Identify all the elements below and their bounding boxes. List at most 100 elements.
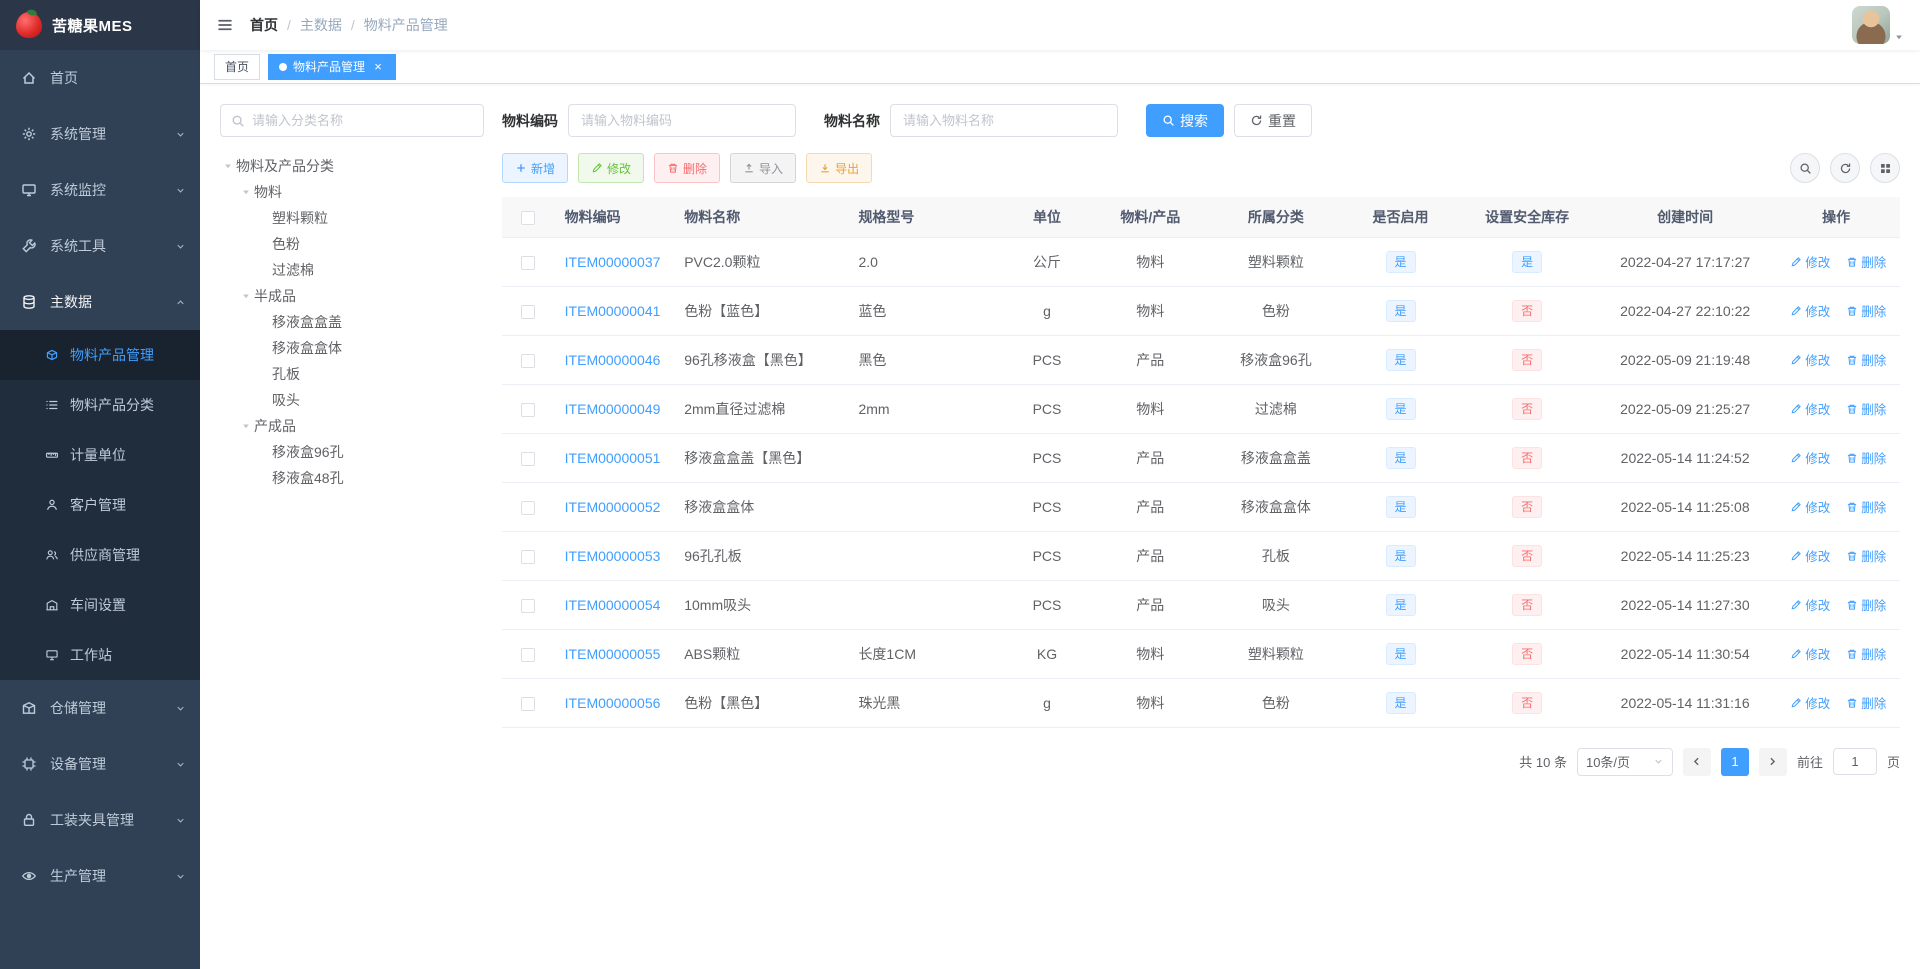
sidebar-item-6[interactable]: 设备管理: [0, 736, 200, 792]
row-delete-button[interactable]: 删除: [1846, 301, 1886, 320]
row-edit-button[interactable]: 修改: [1790, 693, 1830, 712]
search-button[interactable]: 搜索: [1146, 104, 1224, 137]
goto-page-input[interactable]: [1832, 748, 1877, 775]
tree-node[interactable]: 产成品: [220, 413, 484, 439]
item-code-link[interactable]: ITEM00000037: [565, 254, 661, 270]
row-edit-button[interactable]: 修改: [1790, 448, 1830, 467]
tree-node[interactable]: 孔板: [220, 361, 484, 387]
prev-page-button[interactable]: [1682, 747, 1711, 776]
next-page-button[interactable]: [1758, 747, 1787, 776]
item-code-link[interactable]: ITEM00000054: [565, 597, 661, 613]
tree-node[interactable]: 移液盒96孔: [220, 439, 484, 465]
row-edit-button[interactable]: 修改: [1790, 399, 1830, 418]
item-code-link[interactable]: ITEM00000056: [565, 695, 661, 711]
row-delete-button[interactable]: 删除: [1846, 448, 1886, 467]
close-icon[interactable]: ×: [371, 60, 385, 74]
material-name-input[interactable]: [890, 104, 1118, 137]
sidebar-item-0[interactable]: 首页: [0, 50, 200, 106]
font-size-button[interactable]: TT: [1826, 21, 1834, 29]
row-delete-button[interactable]: 删除: [1846, 595, 1886, 614]
help-button[interactable]: ?: [1778, 21, 1786, 29]
breadcrumb-item[interactable]: 主数据: [300, 15, 342, 35]
tree-node[interactable]: 色粉: [220, 231, 484, 257]
add-button[interactable]: 新增: [502, 153, 569, 183]
row-checkbox[interactable]: [521, 255, 536, 270]
item-code-link[interactable]: ITEM00000055: [565, 646, 661, 662]
tab-0[interactable]: 首页: [214, 53, 261, 80]
sidebar-item-2[interactable]: 系统监控: [0, 162, 200, 218]
row-delete-button[interactable]: 删除: [1846, 644, 1886, 663]
row-checkbox[interactable]: [521, 402, 536, 417]
breadcrumb-item[interactable]: 首页: [250, 15, 278, 35]
fullscreen-button[interactable]: [1802, 21, 1810, 29]
edit-button[interactable]: 修改: [578, 153, 645, 183]
row-edit-button[interactable]: 修改: [1790, 644, 1830, 663]
sidebar-subitem-5[interactable]: 车间设置: [0, 580, 200, 630]
sidebar-subitem-1[interactable]: 物料产品分类: [0, 380, 200, 430]
tree-node[interactable]: 吸头: [220, 387, 484, 413]
import-button[interactable]: 导入: [730, 153, 797, 183]
sidebar-subitem-0[interactable]: 物料产品管理: [0, 330, 200, 380]
logo[interactable]: 苦糖果MES: [0, 0, 200, 50]
user-menu[interactable]: [1852, 6, 1904, 44]
row-edit-button[interactable]: 修改: [1790, 252, 1830, 271]
column-settings-button[interactable]: [1870, 153, 1900, 183]
row-checkbox[interactable]: [521, 549, 536, 564]
toggle-search-button[interactable]: [1790, 153, 1820, 183]
tree-node[interactable]: 过滤棉: [220, 257, 484, 283]
tree-node[interactable]: 塑料颗粒: [220, 205, 484, 231]
refresh-table-button[interactable]: [1830, 153, 1860, 183]
sidebar-item-4[interactable]: 主数据: [0, 274, 200, 330]
row-edit-button[interactable]: 修改: [1790, 301, 1830, 320]
row-checkbox[interactable]: [521, 353, 536, 368]
sidebar-subitem-4[interactable]: 供应商管理: [0, 530, 200, 580]
tree-node[interactable]: 移液盒盒盖: [220, 309, 484, 335]
sidebar-item-8[interactable]: 生产管理: [0, 848, 200, 904]
sidebar-subitem-2[interactable]: 计量单位: [0, 430, 200, 480]
item-code-link[interactable]: ITEM00000049: [565, 401, 661, 417]
row-delete-button[interactable]: 删除: [1846, 497, 1886, 516]
item-code-link[interactable]: ITEM00000051: [565, 450, 661, 466]
row-edit-button[interactable]: 修改: [1790, 497, 1830, 516]
row-checkbox[interactable]: [521, 500, 536, 515]
row-checkbox[interactable]: [521, 696, 536, 711]
category-search-input[interactable]: [252, 113, 473, 128]
row-delete-button[interactable]: 删除: [1846, 693, 1886, 712]
row-edit-button[interactable]: 修改: [1790, 595, 1830, 614]
row-delete-button[interactable]: 删除: [1846, 546, 1886, 565]
sidebar-item-3[interactable]: 系统工具: [0, 218, 200, 274]
delete-button[interactable]: 删除: [654, 153, 721, 183]
select-all-checkbox[interactable]: [521, 210, 536, 225]
tab-1[interactable]: 物料产品管理 ×: [268, 53, 397, 80]
sidebar-item-7[interactable]: 工装夹具管理: [0, 792, 200, 848]
page-1-button[interactable]: 1: [1720, 747, 1749, 776]
tree-node[interactable]: 移液盒48孔: [220, 465, 484, 491]
search-button[interactable]: [1730, 21, 1738, 29]
sidebar-item-5[interactable]: 仓储管理: [0, 680, 200, 736]
hamburger-button[interactable]: [216, 16, 234, 34]
row-checkbox[interactable]: [521, 304, 536, 319]
item-code-link[interactable]: ITEM00000053: [565, 548, 661, 564]
sidebar-subitem-6[interactable]: 工作站: [0, 630, 200, 680]
sidebar-item-1[interactable]: 系统管理: [0, 106, 200, 162]
row-edit-button[interactable]: 修改: [1790, 350, 1830, 369]
item-code-link[interactable]: ITEM00000041: [565, 303, 661, 319]
tree-node[interactable]: 半成品: [220, 283, 484, 309]
reset-button[interactable]: 重置: [1234, 104, 1312, 137]
github-button[interactable]: [1754, 21, 1762, 29]
tree-node[interactable]: 物料及产品分类: [220, 153, 484, 179]
row-delete-button[interactable]: 删除: [1846, 350, 1886, 369]
page-size-select[interactable]: 10条/页: [1576, 747, 1673, 776]
tree-node[interactable]: 物料: [220, 179, 484, 205]
item-code-link[interactable]: ITEM00000052: [565, 499, 661, 515]
row-checkbox[interactable]: [521, 647, 536, 662]
row-checkbox[interactable]: [521, 451, 536, 466]
row-checkbox[interactable]: [521, 598, 536, 613]
row-delete-button[interactable]: 删除: [1846, 252, 1886, 271]
row-edit-button[interactable]: 修改: [1790, 546, 1830, 565]
item-code-link[interactable]: ITEM00000046: [565, 352, 661, 368]
tree-node[interactable]: 移液盒盒体: [220, 335, 484, 361]
row-delete-button[interactable]: 删除: [1846, 399, 1886, 418]
export-button[interactable]: 导出: [806, 153, 873, 183]
material-code-input[interactable]: [568, 104, 796, 137]
